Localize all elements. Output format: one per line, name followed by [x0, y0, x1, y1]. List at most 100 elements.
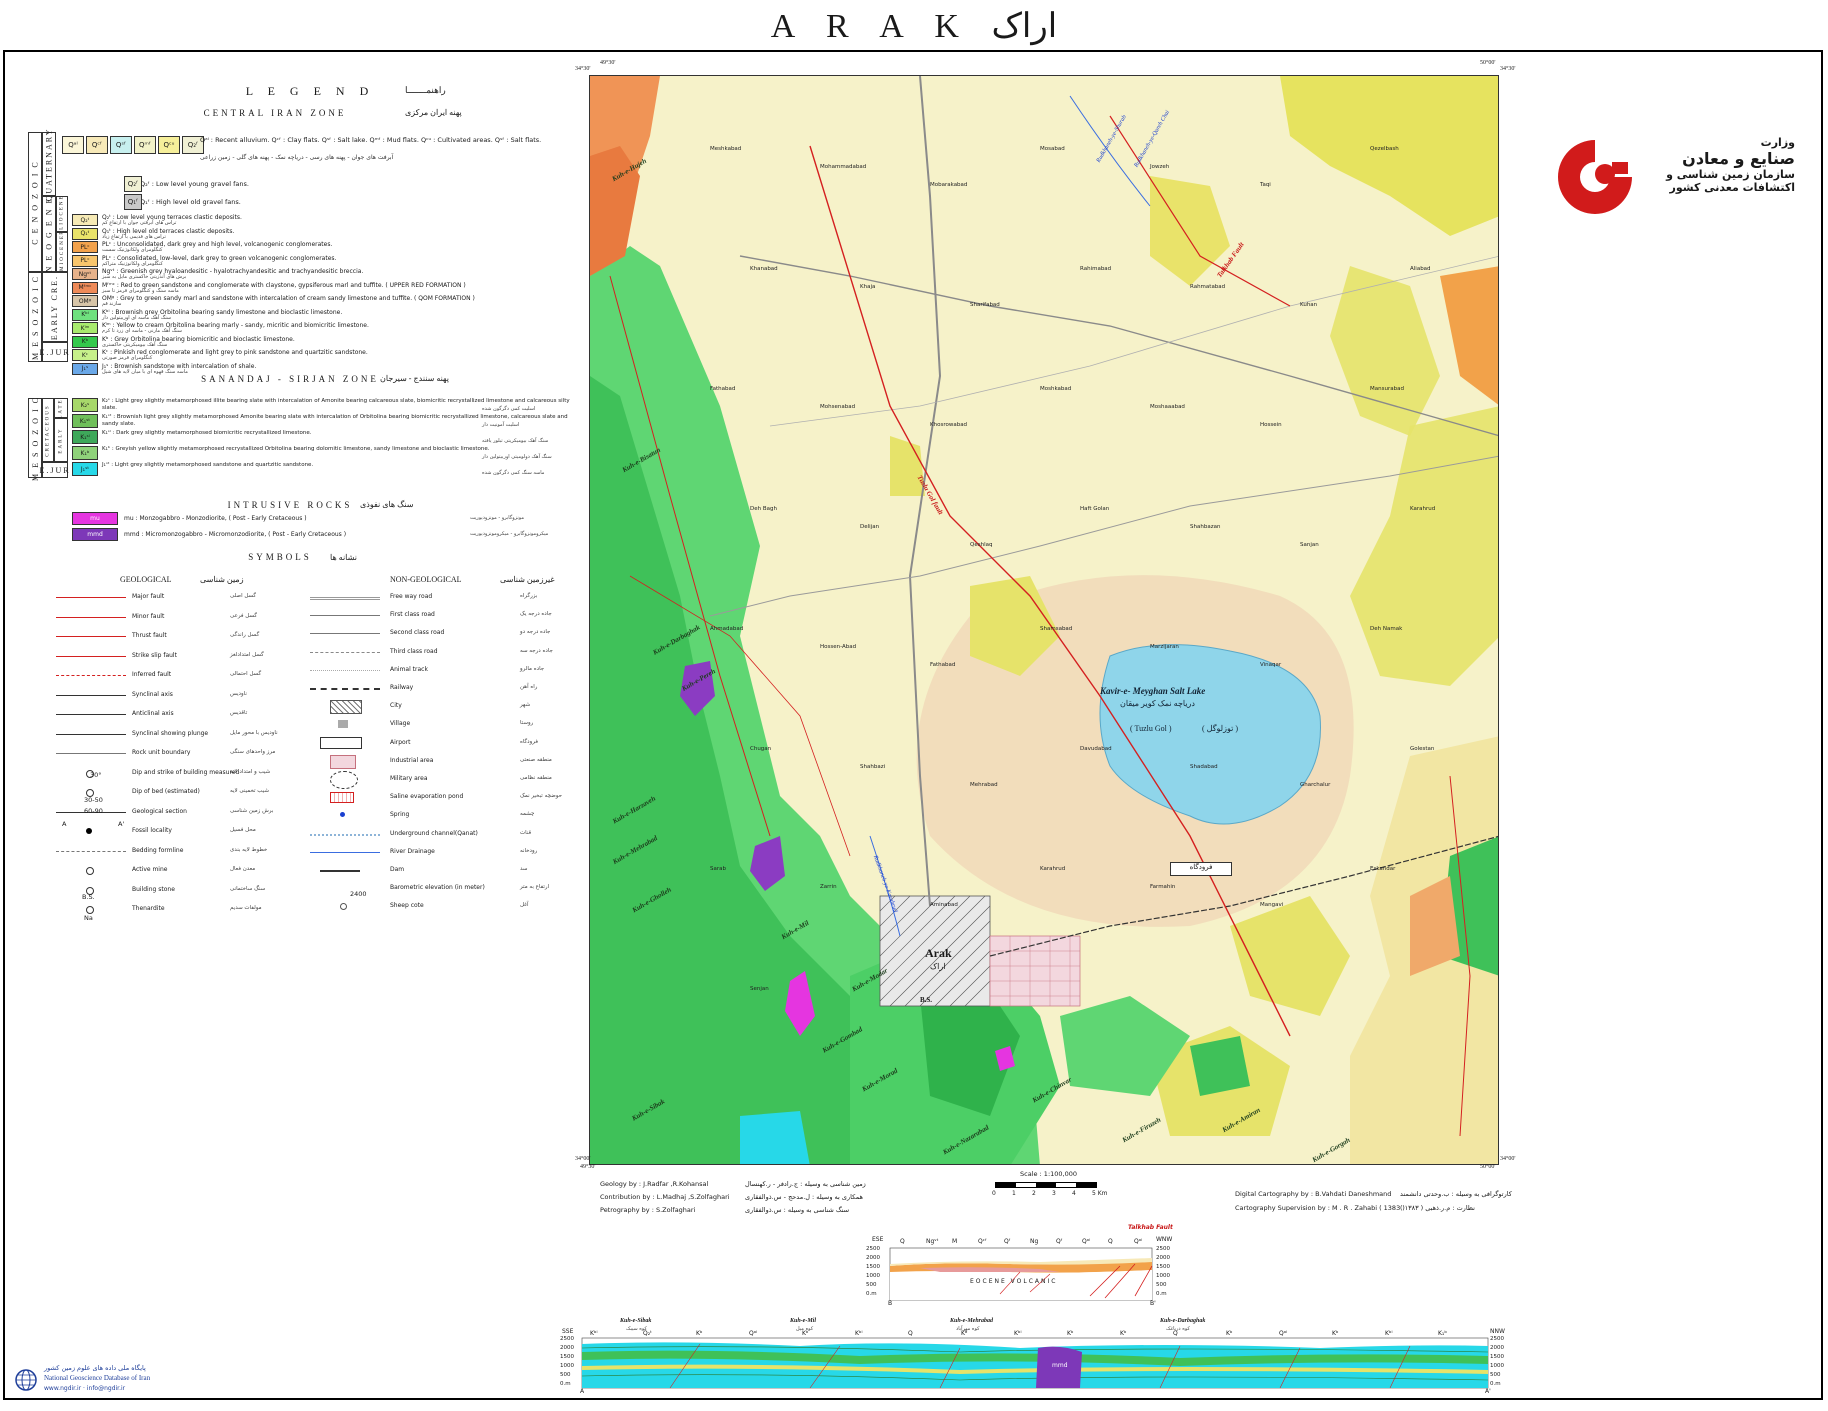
- symbol-fa: سنگ ساختمانی: [230, 885, 266, 892]
- symbol-name: River Drainage: [390, 847, 435, 855]
- ngdb-footer: پایگاه ملی داده های علوم زمین کشور Natio…: [14, 1364, 214, 1400]
- place-label[interactable]: Fathabad: [930, 662, 955, 668]
- place-label[interactable]: Mehrabad: [970, 782, 998, 788]
- corner-sw: 34°00': [575, 1156, 591, 1162]
- place-label[interactable]: Vinaqar: [1260, 662, 1281, 668]
- place-label[interactable]: Sarab: [710, 866, 726, 872]
- place-label[interactable]: Khosrowabad: [930, 422, 967, 428]
- place-label[interactable]: Khaja: [860, 284, 875, 290]
- quaternary-top-text: Qᵃˡ : Recent alluvium. Qᶜᶠ : Clay flats.…: [200, 136, 542, 144]
- place-label[interactable]: Shahbazi: [860, 764, 885, 770]
- era-cretaceous: CRETACEOUS: [42, 398, 54, 462]
- section-unit: Kᵇ: [961, 1330, 968, 1337]
- geological-map[interactable]: Kavir-e- Meyghan Salt Lake دریاچه نمک کو…: [589, 75, 1499, 1165]
- place-label[interactable]: Deh Bagh: [750, 506, 777, 512]
- place-label[interactable]: Farmahin: [1150, 884, 1175, 890]
- place-label[interactable]: Jowzeh: [1150, 164, 1169, 170]
- credit-digital-fa: کارتوگرافی به وسیله : ب.وحدتی دانشمند: [1400, 1190, 1512, 1198]
- place-label[interactable]: Deh Namak: [1370, 626, 1402, 632]
- place-label[interactable]: Sanjan: [1300, 542, 1319, 548]
- xs-a-a2: A': [1485, 1388, 1491, 1395]
- symbol-fa: گسل اصلی: [230, 593, 257, 599]
- symbol-line: [56, 850, 126, 852]
- legend-unit-fa: اسلیت کمی دگرگون شده: [482, 406, 536, 412]
- place-label[interactable]: Mohsenabad: [820, 404, 855, 410]
- symbol-mark: [86, 867, 94, 875]
- corner-se: 34°00': [1500, 1156, 1516, 1162]
- legend-unit-fa: ماسه سنگ کمی دگرگون شده: [482, 470, 545, 476]
- place-label[interactable]: Moshkabad: [1040, 386, 1071, 392]
- legend-unit-text: J₁ˢᵗ : Light grey slightly metamorphosed…: [102, 462, 314, 468]
- place-label[interactable]: Moshaaabad: [1150, 404, 1185, 410]
- place-label[interactable]: Rahmatabad: [1190, 284, 1225, 290]
- place-label[interactable]: Hossein: [1260, 422, 1282, 428]
- place-label[interactable]: Taqi: [1260, 182, 1271, 188]
- symbol-name: Second class road: [390, 629, 445, 637]
- section-unit: Kᵇ: [1120, 1330, 1127, 1337]
- na-symbol: Na: [84, 914, 93, 922]
- ministry-logo: وزارت صنایع و معادن سازمان زمین شناسی و …: [1550, 132, 1800, 222]
- xs-a-intrusion: mmd: [1052, 1362, 1068, 1369]
- swatch-q1f: Q₁ᶠ: [124, 194, 142, 210]
- symbol-fa: جاده درجه سه: [520, 647, 553, 654]
- place-label[interactable]: Marzijaran: [1150, 644, 1179, 650]
- place-label[interactable]: Eskandar: [1370, 866, 1395, 872]
- place-label[interactable]: Hossen-Abad: [820, 644, 856, 650]
- legend-swatch: mu: [72, 512, 118, 525]
- place-label[interactable]: Qeshlaq: [970, 542, 992, 548]
- place-label[interactable]: Karahrud: [1040, 866, 1065, 872]
- place-label[interactable]: Mansurabad: [1370, 386, 1404, 392]
- place-label[interactable]: Chugan: [750, 746, 771, 752]
- legend-swatch: Q₁ᵗ: [72, 227, 98, 240]
- place-label[interactable]: Haft Golan: [1080, 506, 1109, 512]
- place-label[interactable]: Mobarakabad: [930, 182, 967, 188]
- ngdb-fa: پایگاه ملی داده های علوم زمین کشور: [44, 1364, 146, 1372]
- place-label[interactable]: Shamsabad: [1040, 626, 1072, 632]
- place-label[interactable]: Rahimabad: [1080, 266, 1111, 272]
- symbol-line: [56, 675, 126, 676]
- symbol-line: [56, 616, 126, 618]
- symbol-name: Strike slip fault: [132, 651, 177, 659]
- place-label[interactable]: Mohammadabad: [820, 164, 866, 170]
- symbols-title-fa: نشانه ها: [330, 553, 357, 562]
- section-tick: 500: [866, 1282, 877, 1288]
- symbol-fa: گسل راندگی: [230, 632, 260, 638]
- xs-a-left: SSE: [562, 1328, 574, 1335]
- title-persian: اراک: [991, 8, 1058, 45]
- city-arak[interactable]: Arak: [925, 946, 952, 961]
- place-label[interactable]: Fathabad: [710, 386, 735, 392]
- nongeo-title-fa: غیرزمین شناسی: [500, 575, 555, 584]
- ngdb-url[interactable]: www.ngdir.ir · info@ngdir.ir: [44, 1385, 125, 1392]
- place-label[interactable]: Aminabad: [930, 902, 958, 908]
- symbol-name: Geological section: [132, 807, 187, 815]
- place-label[interactable]: Karahrud: [1410, 506, 1435, 512]
- place-label[interactable]: Shadabad: [1190, 764, 1218, 770]
- place-label[interactable]: Davudabad: [1080, 746, 1112, 752]
- place-label[interactable]: Aliabad: [1410, 266, 1431, 272]
- place-label[interactable]: Zarrin: [820, 884, 837, 890]
- place-label[interactable]: Kuhan: [1300, 302, 1317, 308]
- legend-swatch: J₁ˢ: [72, 362, 98, 375]
- place-label[interactable]: Shahbazan: [1190, 524, 1220, 530]
- legend-swatch: PLᶜ: [72, 241, 98, 253]
- place-label[interactable]: Delijan: [860, 524, 879, 530]
- section-tick: 0.m: [1490, 1381, 1501, 1387]
- place-label[interactable]: Mosabad: [1040, 146, 1065, 152]
- place-label[interactable]: Qezelbash: [1370, 146, 1399, 152]
- place-label[interactable]: Mangavi: [1260, 902, 1283, 908]
- place-label[interactable]: Ahmadabad: [710, 626, 743, 632]
- place-label[interactable]: Meshkabad: [710, 146, 741, 152]
- symbol-fa: شهر: [520, 702, 531, 709]
- place-label[interactable]: Golestan: [1410, 746, 1434, 752]
- credit-supervision-fa: نظارت : م.ر.ذهبی ( ۱۳۸۳ ): [1400, 1204, 1475, 1212]
- legend-swatch: Qᵃˡ: [62, 136, 84, 154]
- logo-line2: صنایع و معادن: [1682, 149, 1795, 168]
- place-label[interactable]: Senjan: [750, 986, 769, 992]
- ngdb-en: National Geoscience Database of Iran: [44, 1374, 151, 1382]
- place-label[interactable]: Khanabad: [750, 266, 778, 272]
- place-label[interactable]: Gharchalur: [1300, 782, 1330, 788]
- place-label[interactable]: Sharifabad: [970, 302, 1000, 308]
- section-tick: 2000: [1490, 1345, 1504, 1351]
- legend-swatch: K₁ˢˡ: [72, 430, 98, 444]
- section-tick: 1000: [1156, 1273, 1170, 1279]
